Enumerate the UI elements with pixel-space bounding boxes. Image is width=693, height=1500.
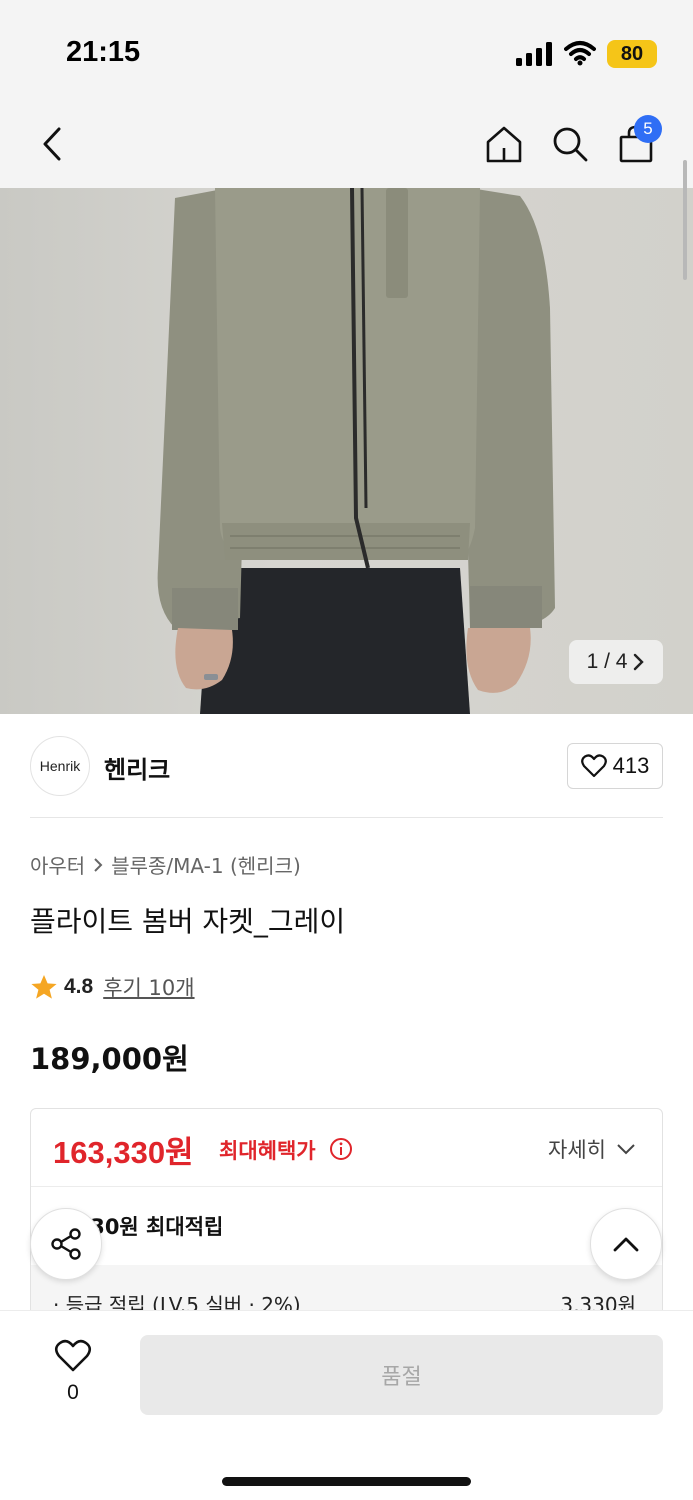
- pager-text: 1 / 4: [586, 650, 628, 673]
- top-nav-bar: [0, 100, 693, 188]
- soldout-button[interactable]: 품절: [140, 1335, 663, 1415]
- star-icon: [31, 975, 57, 999]
- breadcrumb-item[interactable]: 블루종/MA-1 (헨리크): [111, 850, 301, 879]
- wifi-icon: [564, 40, 596, 70]
- cart-count-badge: 5: [634, 115, 662, 143]
- battery-indicator: 80: [607, 40, 657, 68]
- status-time: 21:15: [66, 36, 141, 68]
- benefit-detail-toggle[interactable]: 자세히: [548, 1134, 636, 1164]
- product-image[interactable]: [0, 188, 693, 714]
- scrollbar[interactable]: [683, 160, 687, 280]
- benefit-price: 163,330원: [53, 1135, 194, 1170]
- status-bar: 21:15 80: [0, 0, 693, 100]
- brand-logo-text: Henrik: [39, 758, 81, 774]
- image-pager[interactable]: 1 / 4: [569, 640, 663, 684]
- bottom-action-bar: 0 품절: [0, 1310, 693, 1500]
- brand-like-count: 413: [612, 753, 650, 778]
- product-price: 189,000원: [30, 1042, 189, 1076]
- info-icon[interactable]: [329, 1137, 353, 1165]
- heart-icon: [580, 754, 607, 778]
- benefit-panel: 163,330원 최대혜택가 자세히 3,330원 최대적립 · 등급 적립 (…: [30, 1108, 663, 1318]
- rating-row: 4.8 후기 10개: [30, 972, 195, 1002]
- back-button[interactable]: [28, 120, 76, 168]
- chevron-right-icon: [94, 857, 103, 872]
- chevron-up-icon: [613, 1237, 639, 1252]
- reviews-link[interactable]: 후기 10개: [103, 972, 194, 1002]
- divider: [30, 817, 663, 818]
- scroll-to-top-button[interactable]: [590, 1208, 662, 1280]
- breadcrumb: 아우터 블루종/MA-1 (헨리크): [30, 850, 301, 879]
- brand-like-button[interactable]: 413: [567, 743, 663, 789]
- wishlist-button[interactable]: 0: [50, 1339, 96, 1405]
- wishlist-count: 0: [67, 1381, 79, 1404]
- breadcrumb-item[interactable]: 아우터: [30, 850, 85, 879]
- chevron-down-icon: [617, 1144, 635, 1155]
- search-button[interactable]: [546, 120, 594, 168]
- share-button[interactable]: [30, 1208, 102, 1280]
- chevron-right-icon: [634, 653, 645, 671]
- share-icon: [51, 1228, 81, 1260]
- product-title: 플라이트 봄버 자켓_그레이: [30, 905, 346, 938]
- heart-icon: [54, 1339, 92, 1372]
- brand-logo[interactable]: Henrik: [30, 736, 90, 796]
- brand-name[interactable]: 헨리크: [104, 750, 170, 785]
- benefit-label: 최대혜택가: [219, 1139, 316, 1163]
- benefit-detail-label: 자세히: [548, 1138, 606, 1162]
- rating-score: 4.8: [64, 975, 94, 998]
- search-icon: [553, 127, 588, 162]
- back-icon: [43, 127, 61, 161]
- cellular-signal-icon: [516, 42, 554, 70]
- home-indicator: [222, 1477, 471, 1486]
- home-button[interactable]: [480, 120, 528, 168]
- home-icon: [486, 126, 522, 163]
- benefit-header: 163,330원 최대혜택가 자세히: [31, 1109, 662, 1187]
